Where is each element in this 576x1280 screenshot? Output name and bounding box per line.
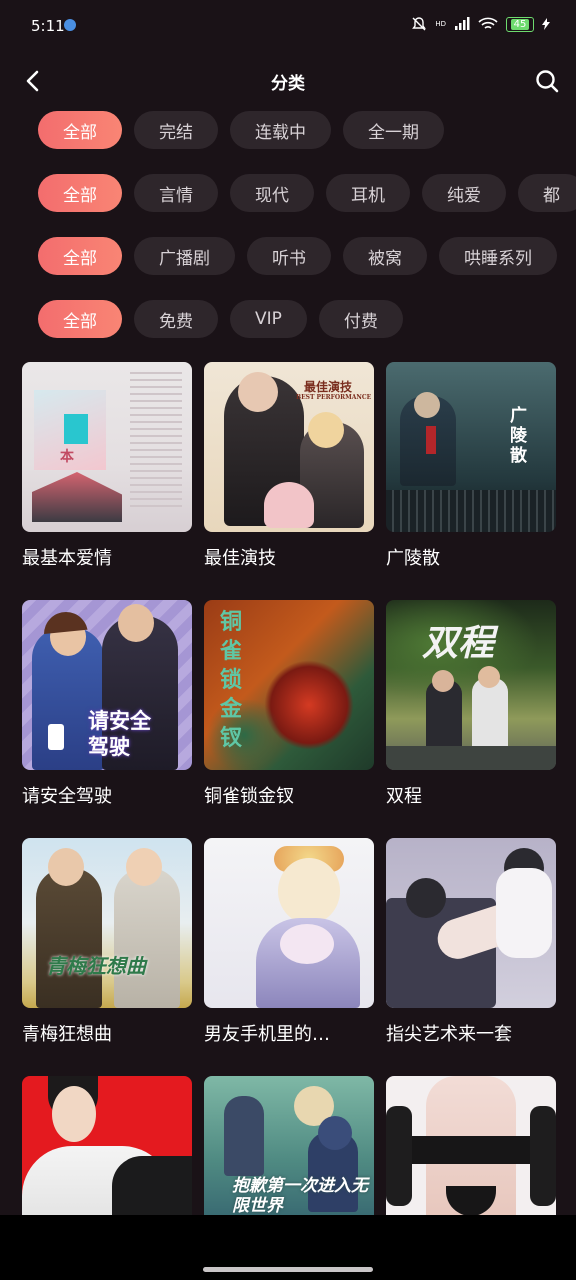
drama-title: 双程 bbox=[386, 786, 422, 807]
drama-title: 铜雀锁金钗 bbox=[204, 786, 294, 807]
filter-type-row: 全部 广播剧 听书 被窝 哄睡系列 bbox=[38, 237, 576, 275]
drama-title: 广陵散 bbox=[386, 548, 440, 569]
drama-title: 指尖艺术来一套 bbox=[386, 1024, 512, 1045]
filter-chip[interactable]: 都 bbox=[518, 174, 576, 212]
drama-title: 请安全驾驶 bbox=[22, 786, 112, 807]
filter-status-row: 全部 完结 连载中 全一期 bbox=[38, 111, 576, 149]
drama-card[interactable]: 请安全驾驶 请安全驾驶 bbox=[22, 600, 192, 807]
status-time: 5:11 bbox=[31, 17, 65, 35]
drama-title: 青梅狂想曲 bbox=[22, 1024, 112, 1045]
filter-chip[interactable]: 现代 bbox=[230, 174, 314, 212]
drama-title: 男友手机里的… bbox=[204, 1024, 330, 1045]
filter-chip[interactable]: 哄睡系列 bbox=[439, 237, 557, 275]
drama-card[interactable]: 本 最基本爱情 bbox=[22, 362, 192, 569]
filter-genre-row: 全部 言情 现代 耳机 纯爱 都 bbox=[38, 174, 576, 212]
drama-card[interactable]: 双程 双程 bbox=[386, 600, 556, 807]
cover-image: 最佳演技 BEST PERFORMANCE bbox=[204, 362, 374, 532]
drama-card[interactable]: 铜雀锁金钗 铜雀锁金钗 bbox=[204, 600, 374, 807]
home-indicator[interactable] bbox=[203, 1267, 373, 1272]
filter-chip[interactable]: 言情 bbox=[134, 174, 218, 212]
drama-card[interactable]: 男友手机里的… bbox=[204, 838, 374, 1045]
search-icon bbox=[536, 70, 559, 93]
cover-image bbox=[204, 838, 374, 1008]
filter-chip[interactable]: 纯爱 bbox=[422, 174, 506, 212]
status-icons: HD 45 bbox=[411, 16, 550, 32]
cover-text: 双程 bbox=[422, 622, 495, 664]
search-button[interactable] bbox=[532, 66, 562, 96]
page-title: 分类 bbox=[271, 74, 305, 94]
drama-title: 最佳演技 bbox=[204, 548, 276, 569]
filter-chip[interactable]: 付费 bbox=[318, 300, 403, 338]
cover-image: 青梅狂想曲 bbox=[22, 838, 192, 1008]
cover-text: 铜雀锁金钗 bbox=[220, 609, 243, 751]
wifi-icon bbox=[478, 17, 498, 29]
cover-text: 广陵散 bbox=[510, 406, 527, 466]
filter-chip[interactable]: 全部 bbox=[38, 300, 122, 338]
filter-price-row: 全部 免费 VIP 付费 bbox=[38, 300, 576, 338]
filter-chip[interactable]: 耳机 bbox=[326, 174, 410, 212]
drama-card[interactable]: 广陵散 广陵散 bbox=[386, 362, 556, 569]
filter-chip[interactable]: 广播剧 bbox=[134, 237, 235, 275]
filter-chip[interactable]: 连载中 bbox=[230, 111, 331, 149]
drama-title: 最基本爱情 bbox=[22, 548, 112, 569]
drama-card[interactable]: 青梅狂想曲 青梅狂想曲 bbox=[22, 838, 192, 1045]
cover-text: 最佳演技 bbox=[304, 380, 353, 394]
cover-image bbox=[386, 838, 556, 1008]
app-header: 分类 bbox=[0, 58, 576, 104]
cover-text: 青梅狂想曲 bbox=[46, 954, 146, 978]
status-bar: 5:11 HD 45 bbox=[0, 0, 576, 48]
cover-text: 本 bbox=[60, 449, 74, 465]
filter-chip[interactable]: 完结 bbox=[134, 111, 218, 149]
drama-card[interactable]: 指尖艺术来一套 bbox=[386, 838, 556, 1045]
battery-level: 45 bbox=[510, 18, 530, 30]
signal-icon bbox=[455, 17, 470, 30]
cover-image: 广陵散 bbox=[386, 362, 556, 532]
filter-chip[interactable]: 全部 bbox=[38, 237, 122, 275]
cover-text: 请安全驾驶 bbox=[88, 708, 151, 759]
charging-icon bbox=[542, 18, 550, 30]
filter-chip[interactable]: 全一期 bbox=[343, 111, 444, 149]
notification-icon bbox=[64, 19, 76, 31]
filter-chip[interactable]: VIP bbox=[230, 300, 307, 338]
cover-image: 请安全驾驶 bbox=[22, 600, 192, 770]
cover-image: 双程 bbox=[386, 600, 556, 770]
hd-label: HD bbox=[435, 19, 446, 28]
filter-chip[interactable]: 全部 bbox=[38, 111, 122, 149]
drama-card[interactable]: 最佳演技 BEST PERFORMANCE 最佳演技 bbox=[204, 362, 374, 569]
filter-chip[interactable]: 全部 bbox=[38, 174, 122, 212]
cover-image: 铜雀锁金钗 bbox=[204, 600, 374, 770]
battery-icon: 45 bbox=[506, 16, 534, 32]
cover-subtext: BEST PERFORMANCE bbox=[296, 394, 372, 401]
filter-chip[interactable]: 听书 bbox=[247, 237, 331, 275]
cover-text: 抱歉第一次进入无限世界 bbox=[232, 1176, 368, 1216]
cover-image: 本 bbox=[22, 362, 192, 532]
filter-chip[interactable]: 被窝 bbox=[343, 237, 427, 275]
mute-bell-icon bbox=[412, 17, 427, 31]
filter-chip[interactable]: 免费 bbox=[134, 300, 218, 338]
